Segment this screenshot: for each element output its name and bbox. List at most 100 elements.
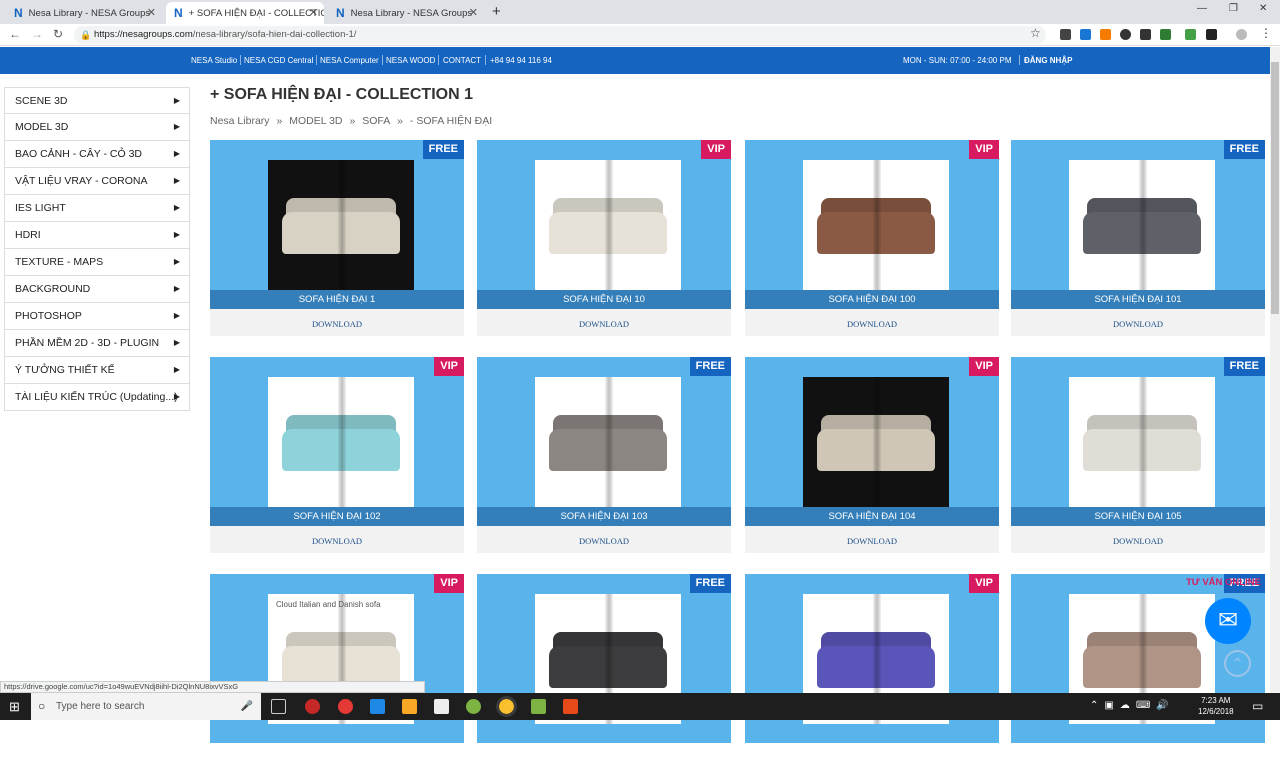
app-red2-icon[interactable] — [338, 699, 353, 714]
sidebar-item-hdri[interactable]: HDRI ▶ — [4, 222, 190, 249]
reload-icon[interactable]: ↻ — [53, 27, 63, 41]
product-name[interactable]: SOFA HIỆN ĐẠI 1 — [210, 290, 464, 309]
download-button[interactable]: DOWNLOAD — [745, 526, 999, 553]
app-red-icon[interactable] — [305, 699, 320, 714]
download-button[interactable]: DOWNLOAD — [210, 309, 464, 336]
messenger-chat-icon[interactable]: ✉ — [1205, 598, 1251, 644]
sidebar-item-phan-mem[interactable]: PHẦN MỀM 2D - 3D - PLUGIN ▶ — [4, 330, 190, 357]
product-card[interactable]: FREE SOFA HIỆN ĐẠI 1 DOWNLOAD — [210, 140, 464, 336]
restore-button[interactable]: ❐ — [1229, 3, 1238, 14]
product-card[interactable]: Cloud Italian and Danish sofa VIP — [210, 574, 464, 770]
sidebar-item-texture-maps[interactable]: TEXTURE - MAPS ▶ — [4, 249, 190, 276]
iq-extension-icon[interactable] — [1080, 29, 1091, 40]
download-button[interactable]: DOWNLOAD — [477, 309, 731, 336]
microphone-icon[interactable]: 🎤 — [241, 693, 253, 720]
product-thumbnail[interactable]: VIP SOFA HIỆN ĐẠI 104 — [745, 357, 999, 526]
gear-extension-icon[interactable] — [1100, 29, 1111, 40]
back-icon[interactable]: ← — [9, 27, 21, 41]
product-name[interactable]: SOFA HIỆN ĐẠI 104 — [745, 507, 999, 526]
product-card[interactable]: VIP SOFA HIỆN ĐẠI 102 DOWNLOAD — [210, 357, 464, 553]
product-name[interactable]: SOFA HIỆN ĐẠI 105 — [1011, 507, 1265, 526]
notification-icon[interactable]: ▭ — [1252, 699, 1263, 713]
scrollbar-thumb[interactable] — [1271, 62, 1279, 314]
clover-app-icon[interactable] — [466, 699, 481, 714]
sidebar-item-tai-lieu[interactable]: TÀI LIỆU KIẾN TRÚC (Updating...) ▶ — [4, 384, 190, 411]
file-explorer-icon[interactable] — [402, 699, 417, 714]
product-card[interactable]: VIP SOFA HIỆN ĐẠI 100 DOWNLOAD — [745, 140, 999, 336]
sidebar-item-background[interactable]: BACKGROUND ▶ — [4, 276, 190, 303]
shield-extension-icon[interactable] — [1140, 29, 1151, 40]
download-button[interactable]: DOWNLOAD — [210, 526, 464, 553]
product-thumbnail[interactable]: FREE SOFA HIỆN ĐẠI 101 — [1011, 140, 1265, 309]
nav-link-contact[interactable]: CONTACT — [443, 56, 481, 65]
chrome-icon[interactable] — [496, 696, 517, 717]
tab-sofa-collection[interactable]: N + SOFA HIỆN ĐẠI - COLLECTION ✕ — [166, 2, 324, 24]
sidebar-item-model-3d[interactable]: MODEL 3D ▶ — [4, 114, 190, 141]
page-scrollbar[interactable] — [1270, 47, 1280, 693]
camtasia-green-icon[interactable] — [531, 699, 546, 714]
sidebar-item-photoshop[interactable]: PHOTOSHOP ▶ — [4, 303, 190, 330]
system-tray-icons[interactable]: ⌃▣☁⌨🔊 — [1090, 700, 1175, 711]
profile-avatar[interactable] — [1236, 29, 1247, 40]
product-card[interactable]: FREE SOFA HIỆN ĐẠI 101 DOWNLOAD — [1011, 140, 1265, 336]
nav-link-nesa-cgd-central[interactable]: NESA CGD Central — [244, 56, 313, 65]
edge-browser-icon[interactable] — [370, 699, 385, 714]
product-thumbnail[interactable]: VIP SOFA HIỆN ĐẠI 100 — [745, 140, 999, 309]
store-icon[interactable] — [434, 699, 449, 714]
close-icon[interactable]: ✕ — [309, 6, 318, 19]
product-name[interactable]: SOFA HIỆN ĐẠI 103 — [477, 507, 731, 526]
product-thumbnail[interactable]: FREE SOFA HIỆN ĐẠI 1 — [210, 140, 464, 309]
nav-link-nesa-studio[interactable]: NESA Studio — [191, 56, 237, 65]
tab-nesa-library-1[interactable]: N Nesa Library - NESA Groups ✕ — [6, 2, 162, 24]
product-thumbnail[interactable]: FREE SOFA HIỆN ĐẠI 105 — [1011, 357, 1265, 526]
leaf-extension-icon[interactable] — [1185, 29, 1196, 40]
eyedropper-extension-icon[interactable] — [1060, 29, 1071, 40]
taskbar-search-box[interactable]: ○ Type here to search 🎤 — [31, 693, 261, 720]
download-button[interactable]: DOWNLOAD — [1011, 526, 1265, 553]
minimize-button[interactable]: — — [1197, 3, 1207, 14]
product-card[interactable]: FREE — [477, 574, 731, 770]
circle-extension-icon[interactable] — [1120, 29, 1131, 40]
close-icon[interactable]: ✕ — [147, 6, 156, 19]
nav-phone[interactable]: +84 94 94 116 94 — [490, 56, 552, 65]
product-card[interactable]: VIP — [745, 574, 999, 770]
nav-link-nesa-wood[interactable]: NESA WOOD — [386, 56, 435, 65]
windows-start-icon[interactable]: ⊞ — [9, 700, 24, 715]
address-bar[interactable]: 🔒 https://nesagroups.com/nesa-library/so… — [74, 26, 1046, 44]
window-close-button[interactable]: ✕ — [1259, 3, 1267, 14]
product-name[interactable]: SOFA HIỆN ĐẠI 10 — [477, 290, 731, 309]
green-extension-icon[interactable] — [1160, 29, 1171, 40]
login-link[interactable]: ĐĂNG NHẬP — [1024, 56, 1072, 65]
online-consult-label[interactable]: TƯ VẤN ONLINE — [1186, 577, 1261, 588]
dark-extension-icon[interactable] — [1206, 29, 1217, 40]
kebab-menu-icon[interactable]: ⋮ — [1260, 26, 1272, 40]
bookmark-star-icon[interactable]: ☆ — [1030, 26, 1041, 40]
product-card[interactable]: VIP SOFA HIỆN ĐẠI 104 DOWNLOAD — [745, 357, 999, 553]
forward-icon[interactable]: → — [31, 27, 43, 41]
sidebar-item-ies-light[interactable]: IES LIGHT ▶ — [4, 195, 190, 222]
product-thumbnail[interactable]: VIP SOFA HIỆN ĐẠI 10 — [477, 140, 731, 309]
download-button[interactable]: DOWNLOAD — [745, 309, 999, 336]
product-name[interactable]: SOFA HIỆN ĐẠI 102 — [210, 507, 464, 526]
camtasia-orange-icon[interactable] — [563, 699, 578, 714]
product-card[interactable]: VIP SOFA HIỆN ĐẠI 10 DOWNLOAD — [477, 140, 731, 336]
breadcrumb-link-sofa[interactable]: SOFA — [362, 115, 390, 127]
back-to-top-icon[interactable]: ⌃ — [1224, 650, 1251, 677]
sidebar-item-bao-canh[interactable]: BAO CẢNH - CÂY - CỎ 3D ▶ — [4, 141, 190, 168]
breadcrumb-link-model-3d[interactable]: MODEL 3D — [289, 115, 342, 127]
product-thumbnail[interactable]: VIP SOFA HIỆN ĐẠI 102 — [210, 357, 464, 526]
download-button[interactable]: DOWNLOAD — [1011, 309, 1265, 336]
product-thumbnail[interactable]: FREE SOFA HIỆN ĐẠI 103 — [477, 357, 731, 526]
sidebar-item-scene-3d[interactable]: SCENE 3D ▶ — [4, 87, 190, 114]
product-card[interactable]: FREE SOFA HIỆN ĐẠI 105 DOWNLOAD — [1011, 357, 1265, 553]
task-view-icon[interactable] — [271, 699, 286, 714]
tab-nesa-library-2[interactable]: N Nesa Library - NESA Groups ✕ — [328, 2, 484, 24]
product-name[interactable]: SOFA HIỆN ĐẠI 100 — [745, 290, 999, 309]
sidebar-item-vat-lieu[interactable]: VẬT LIỆU VRAY - CORONA ▶ — [4, 168, 190, 195]
new-tab-button[interactable]: + — [492, 3, 501, 20]
nav-link-nesa-computer[interactable]: NESA Computer — [320, 56, 379, 65]
breadcrumb-link-nesa-library[interactable]: Nesa Library — [210, 115, 270, 127]
close-icon[interactable]: ✕ — [469, 6, 478, 19]
download-button[interactable]: DOWNLOAD — [477, 526, 731, 553]
product-name[interactable]: SOFA HIỆN ĐẠI 101 — [1011, 290, 1265, 309]
